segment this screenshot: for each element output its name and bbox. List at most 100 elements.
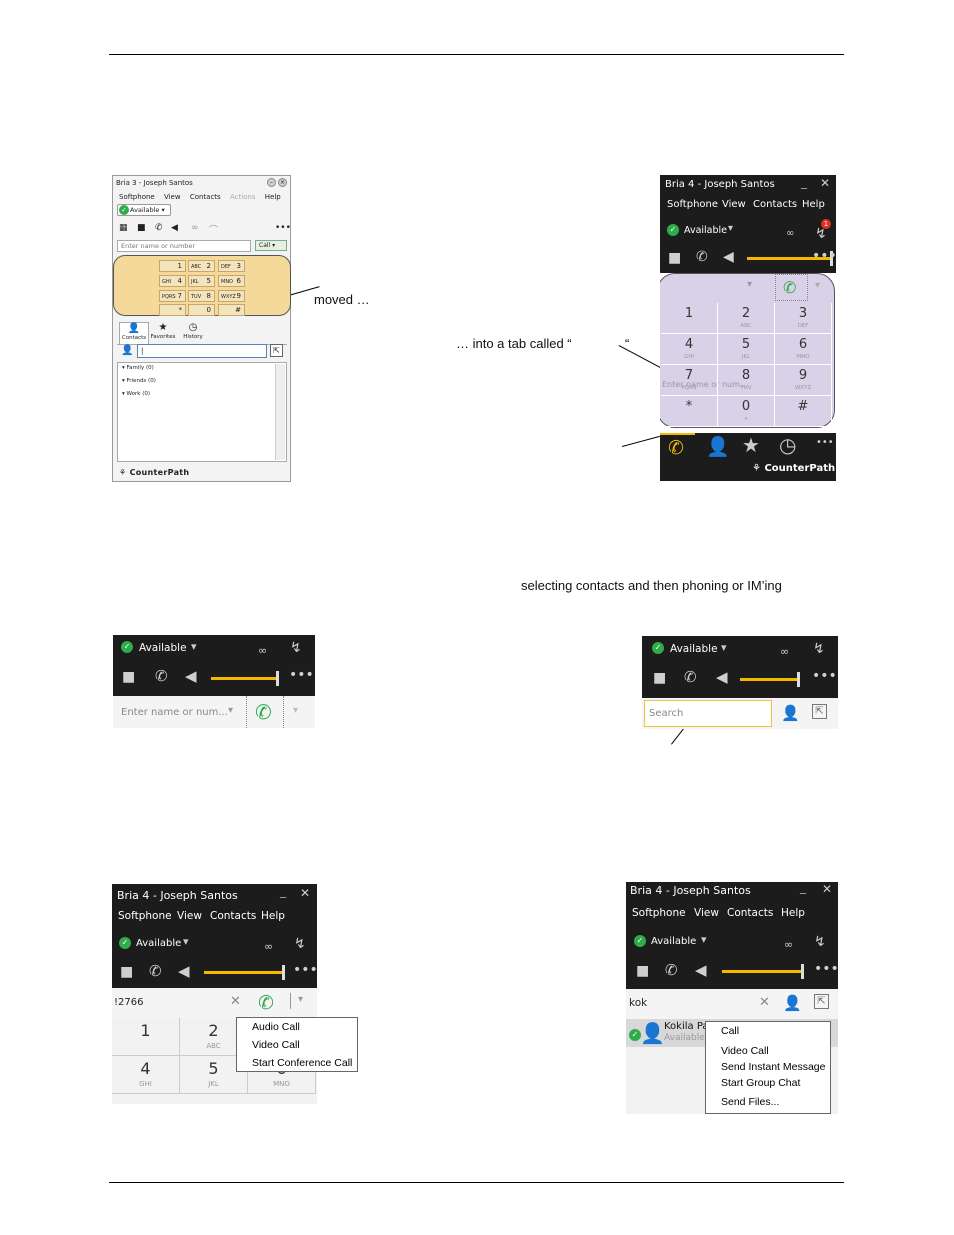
video-icon[interactable]: ■	[636, 964, 649, 978]
chevron-down-icon[interactable]: ▾	[721, 641, 727, 654]
speaker-icon[interactable]: ◀	[695, 963, 707, 978]
dialpad-key[interactable]: 0	[188, 304, 215, 316]
video-icon[interactable]: ■	[653, 671, 666, 685]
voicemail-icon[interactable]: ∞	[258, 644, 267, 658]
phone-icon[interactable]: ✆	[696, 250, 708, 264]
dialpad-key[interactable]: 2 ABC	[718, 303, 775, 334]
dialpad-key[interactable]: 3 DEF	[775, 303, 832, 334]
missed-call-icon[interactable]: ↯	[815, 227, 827, 241]
dialpad-key[interactable]: 0 +	[718, 396, 775, 427]
dialpad-key[interactable]: TUV 8	[188, 290, 215, 302]
menu-help[interactable]: Help	[802, 199, 825, 210]
speaker-icon[interactable]: ◀	[178, 964, 190, 979]
status-label[interactable]: Available	[670, 643, 718, 655]
add-contact-icon[interactable]: 👤	[781, 704, 800, 722]
minimize-icon[interactable]: _	[801, 175, 807, 189]
more-icon[interactable]: •••	[289, 668, 314, 682]
menu-softphone[interactable]: Softphone	[119, 193, 155, 201]
menu-item-video-call[interactable]: Video Call	[252, 1039, 300, 1051]
close-icon[interactable]: ✕	[820, 176, 830, 190]
chevron-down-icon[interactable]: ▾	[298, 994, 303, 1005]
menu-view[interactable]: View	[694, 907, 719, 919]
menu-view[interactable]: View	[164, 193, 181, 201]
more-icon[interactable]: •••	[816, 437, 834, 448]
volume-slider[interactable]	[204, 965, 285, 980]
missed-call-icon[interactable]: ↯	[294, 937, 306, 951]
missed-call-icon[interactable]: ↯	[813, 642, 825, 656]
status-label[interactable]: Available	[651, 936, 696, 947]
group-friends[interactable]: ▾ Friends (0)	[122, 378, 156, 384]
tab-history-icon[interactable]: ◷	[779, 433, 796, 457]
dialpad-key[interactable]: #	[775, 396, 832, 427]
video-icon[interactable]: ■	[120, 965, 133, 979]
call-entry-field[interactable]: !2766	[114, 997, 143, 1008]
speaker-icon[interactable]: ◀	[185, 669, 197, 684]
volume-slider[interactable]	[740, 672, 800, 687]
status-dropdown[interactable]: ✓ Available ▾	[117, 204, 171, 216]
menu-contacts[interactable]: Contacts	[190, 193, 221, 201]
more-icon[interactable]: •••	[293, 963, 317, 977]
chevron-down-icon[interactable]: ▾	[747, 279, 752, 290]
chevron-down-icon[interactable]: ▾	[815, 280, 820, 291]
tab-contacts-icon[interactable]: 👤	[706, 435, 730, 458]
voicemail-icon[interactable]: ∞	[264, 940, 273, 954]
expand-icon[interactable]: ⇱	[812, 704, 827, 719]
phone-icon[interactable]: ✆	[258, 992, 274, 1014]
phone-icon[interactable]: ✆	[665, 963, 678, 978]
menu-item-video-call[interactable]: Video Call	[721, 1045, 769, 1057]
more-icon[interactable]: •••	[812, 669, 837, 683]
chevron-down-icon[interactable]: ▾	[701, 933, 707, 946]
menu-help[interactable]: Help	[265, 193, 281, 201]
menu-item-conference-call[interactable]: Start Conference Call	[252, 1057, 352, 1069]
chevron-down-icon[interactable]: ▾	[293, 705, 298, 716]
dialpad-key[interactable]: 1	[661, 303, 718, 334]
close-icon[interactable]: ✕	[822, 882, 832, 896]
menu-actions[interactable]: Actions	[230, 193, 256, 201]
video-icon[interactable]: ■	[137, 223, 146, 233]
menu-contacts[interactable]: Contacts	[753, 199, 797, 210]
dialpad-key[interactable]: JKL 5	[188, 275, 215, 287]
expand-icon[interactable]: ⇱	[814, 994, 829, 1009]
speaker-icon[interactable]: ◀	[716, 670, 728, 685]
menu-contacts[interactable]: Contacts	[727, 907, 773, 919]
tab-history[interactable]: ◷ History	[179, 322, 207, 343]
dialpad-key[interactable]: *	[661, 396, 718, 427]
more-icon[interactable]: •••	[814, 962, 838, 976]
menu-contacts[interactable]: Contacts	[210, 910, 256, 922]
scrollbar[interactable]	[275, 364, 285, 460]
tab-favorites[interactable]: ★ Favorites	[149, 322, 177, 343]
call-entry-field[interactable]: Enter name or number	[117, 240, 251, 252]
video-icon[interactable]: ■	[668, 251, 681, 265]
phone-icon[interactable]: ✆	[149, 964, 162, 979]
clear-icon[interactable]: ✕	[759, 995, 770, 1010]
chevron-down-icon[interactable]: ▾	[183, 935, 189, 948]
menu-view[interactable]: View	[177, 910, 202, 922]
dialpad-key[interactable]: 1	[112, 1018, 180, 1056]
add-contact-icon[interactable]: 👤	[121, 345, 133, 356]
missed-call-icon[interactable]: ↯	[814, 935, 826, 949]
phone-icon[interactable]: ✆	[155, 223, 163, 233]
dialpad-key[interactable]: 6 MNO	[775, 334, 832, 365]
video-icon[interactable]: ■	[122, 670, 135, 684]
dialpad-key[interactable]: MNO 6	[218, 275, 245, 287]
call-button[interactable]: ✆	[775, 274, 808, 301]
menu-softphone[interactable]: Softphone	[118, 910, 172, 922]
search-input[interactable]: kok	[629, 997, 647, 1009]
chevron-down-icon[interactable]: ▾	[228, 705, 233, 716]
call-button[interactable]: ✆	[246, 696, 284, 728]
phone-icon[interactable]: ✆	[684, 670, 697, 685]
dialpad-key[interactable]: 5 JKL	[718, 334, 775, 365]
voicemail-icon[interactable]: ∞	[786, 227, 794, 241]
call-button[interactable]: Call ▾	[255, 240, 287, 251]
dialpad-key[interactable]: 4 GHI	[112, 1056, 180, 1094]
dialpad-key[interactable]: 7 PQRS	[661, 365, 718, 396]
voicemail-icon[interactable]: ∞	[784, 938, 793, 952]
chevron-down-icon[interactable]: ▾	[191, 640, 197, 653]
more-icon[interactable]: •••	[812, 249, 836, 263]
menu-softphone[interactable]: Softphone	[667, 199, 718, 210]
dialpad-icon[interactable]: ▦	[119, 223, 128, 233]
group-work[interactable]: ▾ Work (0)	[122, 391, 150, 397]
dialpad-key[interactable]: WXYZ 9	[218, 290, 245, 302]
dialpad-key[interactable]: GHI 4	[159, 275, 186, 287]
dialpad-key[interactable]: 8 TUV	[718, 365, 775, 396]
